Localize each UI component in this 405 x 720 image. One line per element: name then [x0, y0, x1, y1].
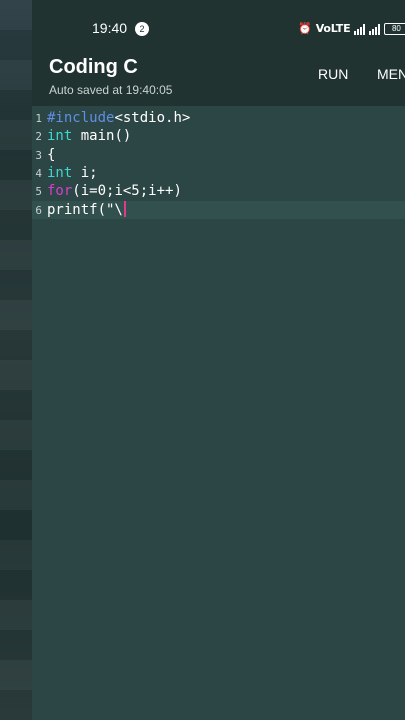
code-token: <stdio.h> — [114, 110, 191, 126]
code-line[interactable]: 5 for(i=0;i<5;i++) — [32, 182, 405, 200]
line-number: 1 — [35, 112, 42, 125]
text-cursor — [123, 200, 126, 217]
code-text: printf("\ — [47, 200, 126, 219]
code-line[interactable]: 2 int main() — [32, 127, 405, 145]
line-number: 5 — [35, 185, 42, 199]
code-token: #include — [47, 110, 115, 126]
code-text: int main() — [47, 127, 131, 145]
code-token: (i=0;i<5;i++) — [72, 183, 182, 200]
signal-icon — [354, 23, 366, 35]
line-number: 2 — [35, 130, 42, 144]
code-token: main() — [72, 128, 132, 145]
code-token: printf("\ — [47, 201, 123, 218]
code-line[interactable]: 1 #include<stdio.h> — [32, 109, 405, 127]
phone-screen: 19:40 2 ⏰ VoLTE 80 Coding C Auto saved a… — [32, 0, 405, 720]
code-token: { — [47, 146, 56, 163]
battery-icon: 80 — [384, 23, 405, 35]
code-text: int i; — [47, 164, 98, 182]
app-bar: Coding C Auto saved at 19:40:05 RUN MENU — [32, 48, 405, 106]
code-token: int — [47, 164, 73, 181]
code-line[interactable]: 6 printf("\ — [32, 200, 405, 219]
app-title: Coding C — [49, 56, 138, 78]
code-text: { — [47, 146, 55, 164]
status-time: 19:40 — [92, 20, 128, 36]
menu-button[interactable]: MENU — [377, 66, 405, 82]
code-token: for — [47, 183, 73, 200]
volte-icon: VoLTE — [315, 22, 351, 35]
signal-icon-2 — [369, 23, 381, 35]
notification-count-badge: 2 — [135, 22, 149, 36]
code-line[interactable]: 3{ — [32, 146, 405, 164]
run-button[interactable]: RUN — [318, 66, 348, 82]
status-icons: ⏰ VoLTE 80 — [298, 22, 405, 36]
code-editor[interactable]: 1 #include<stdio.h> 2 int main() 3{4 int i; 5 f… — [32, 106, 405, 720]
line-number: 3 — [35, 148, 42, 162]
line-number: 4 — [35, 166, 42, 180]
line-number: 6 — [35, 203, 42, 217]
code-token: i; — [72, 164, 98, 181]
status-bar: 19:40 2 ⏰ VoLTE 80 — [32, 0, 405, 48]
code-text: #include<stdio.h> — [47, 109, 190, 127]
code-line[interactable]: 4 int i; — [32, 164, 405, 182]
code-token: int — [47, 128, 73, 145]
code-text: for(i=0;i<5;i++) — [47, 182, 182, 200]
alarm-icon: ⏰ — [298, 22, 312, 35]
autosave-status: Auto saved at 19:40:05 — [49, 83, 173, 97]
blurred-background-strip — [0, 0, 32, 720]
